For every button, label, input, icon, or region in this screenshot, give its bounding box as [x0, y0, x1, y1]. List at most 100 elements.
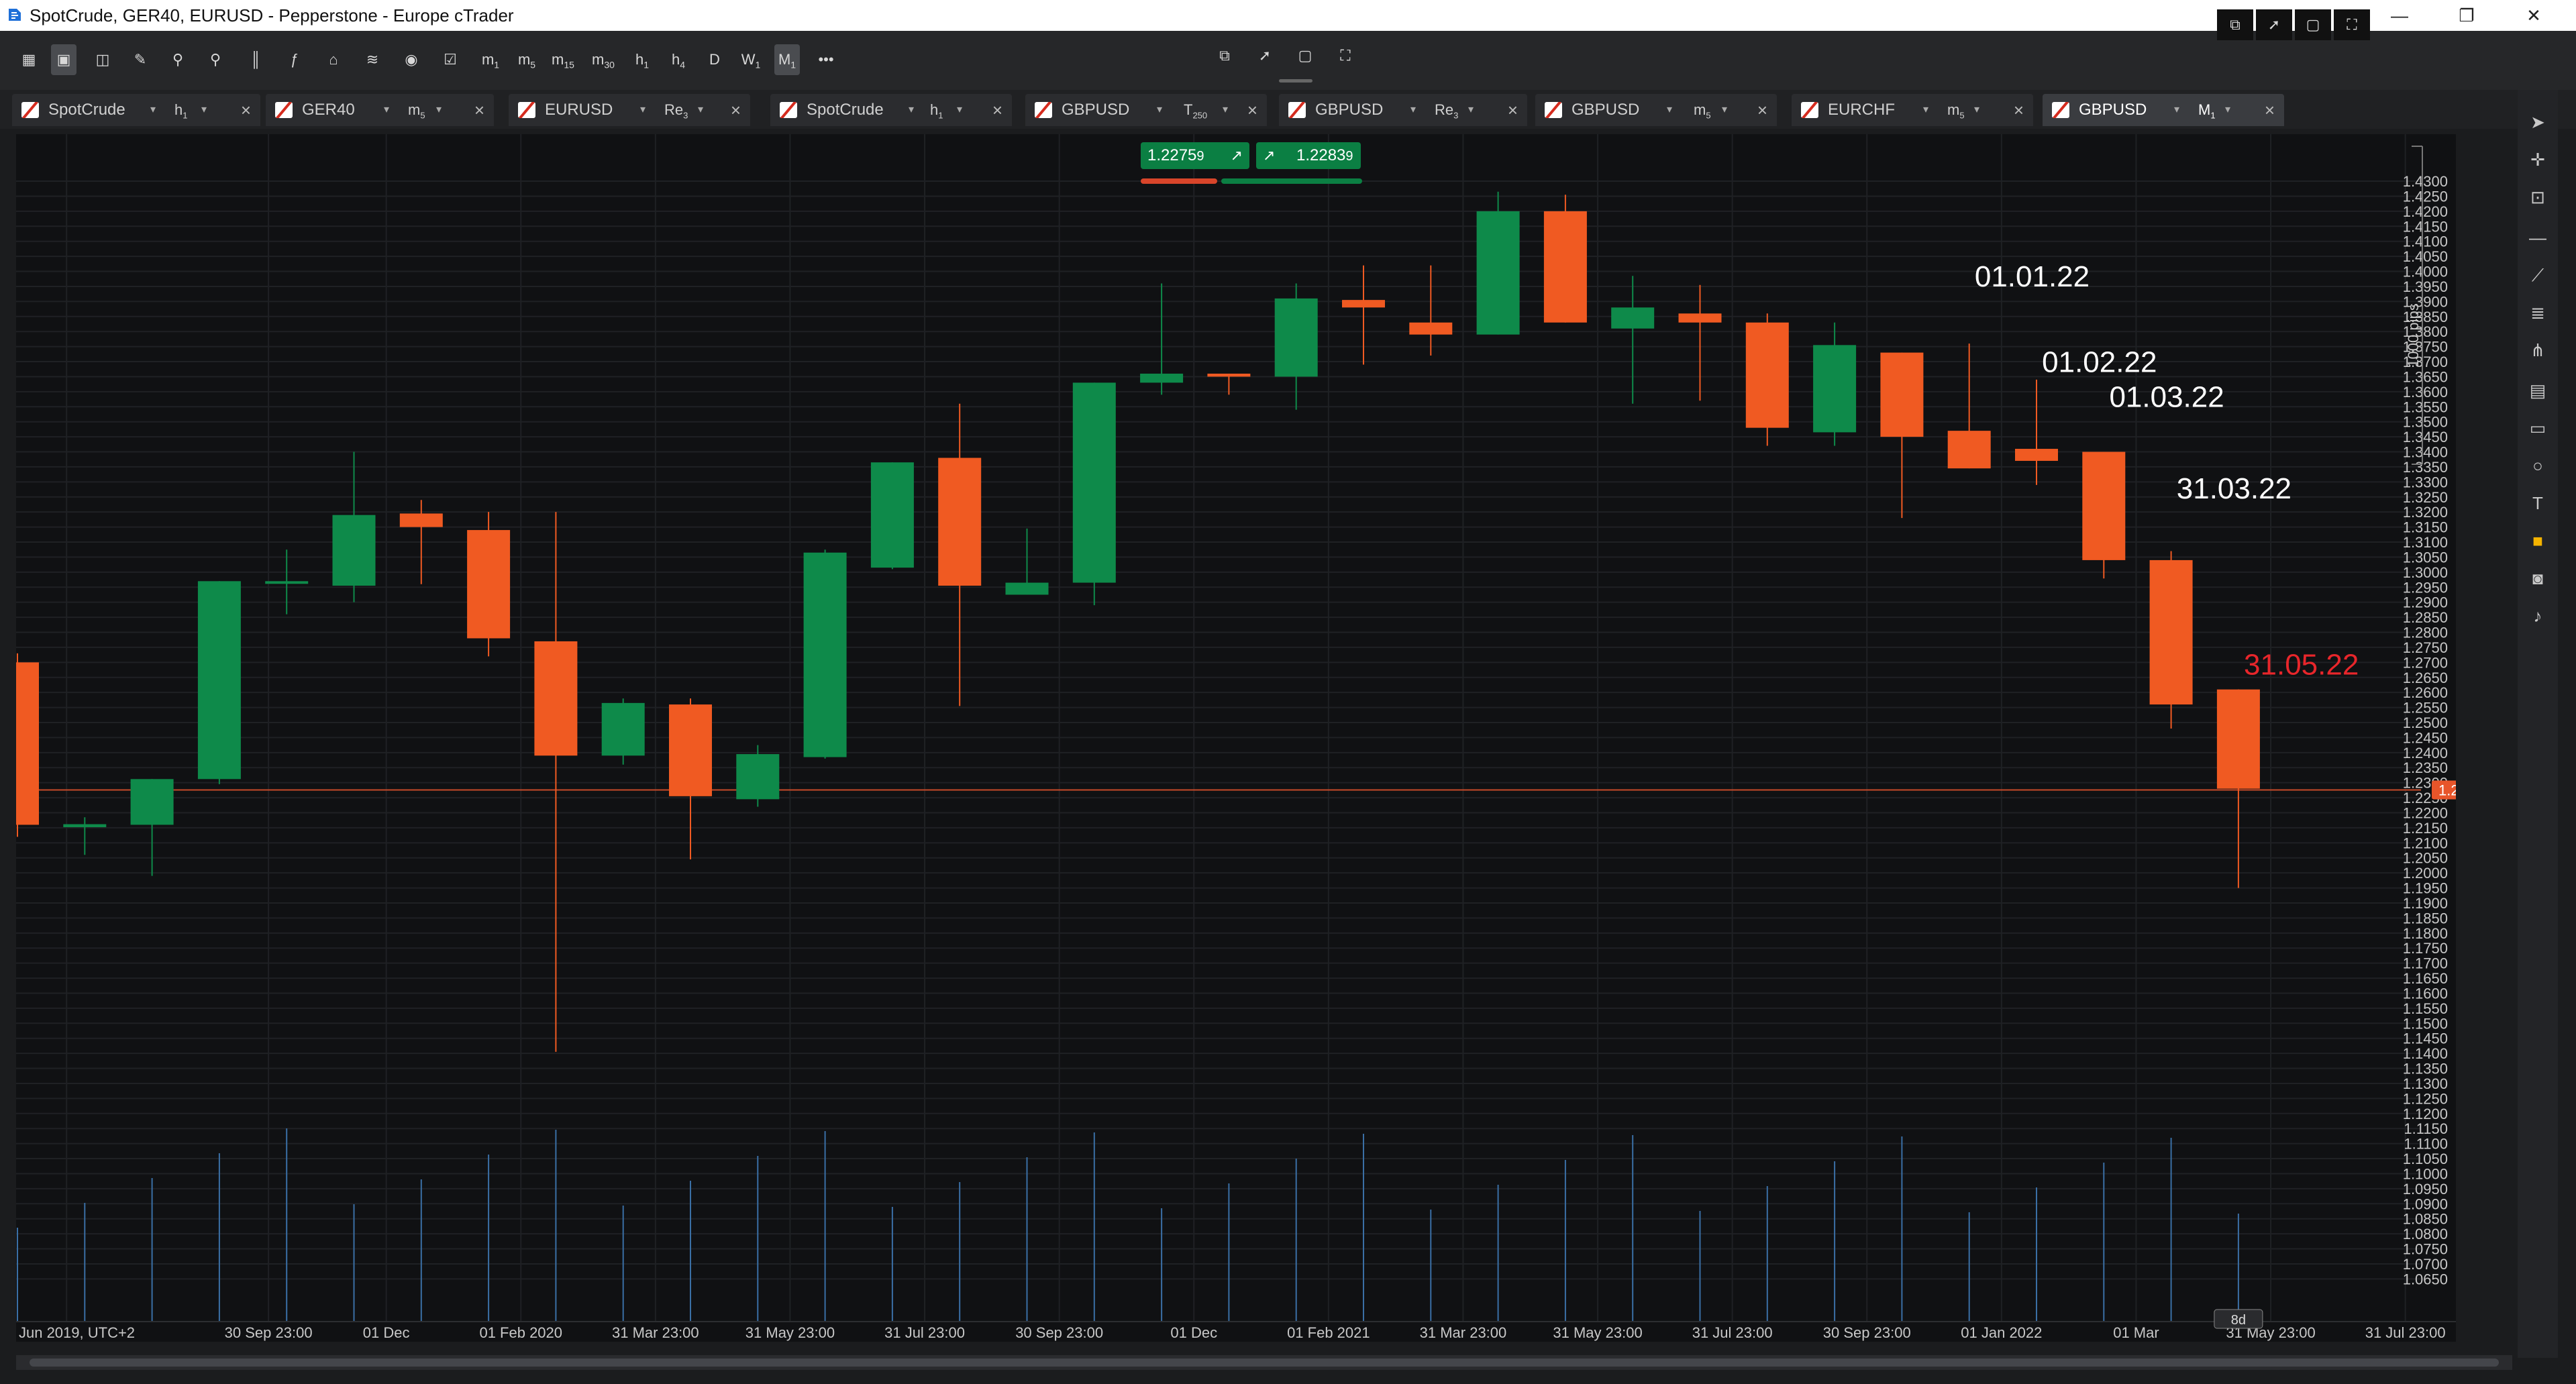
tab-timeframe[interactable]: m5 — [1694, 94, 1711, 131]
tab-timeframe[interactable]: M1 — [2198, 94, 2216, 131]
timeframe-h1[interactable]: h1 — [629, 44, 655, 75]
close-tab-icon[interactable]: × — [474, 94, 484, 126]
drag-handle[interactable] — [1279, 79, 1312, 83]
tab-timeframe[interactable]: T250 — [1184, 94, 1207, 131]
close-tab-icon[interactable]: × — [1757, 94, 1767, 126]
horizontal-line-icon[interactable]: — — [2526, 225, 2550, 250]
tab-ger40-m5[interactable]: GER40 ▾ m5 ▾ × — [266, 94, 494, 126]
chart-area[interactable]: 01.01.22 01.02.22 01.03.22 31.03.22 31.05.22… — [16, 134, 2456, 1342]
trend-line-icon[interactable]: ⟋ — [2526, 263, 2550, 287]
watch-eye-icon[interactable]: ◉ — [399, 44, 424, 75]
camera-icon[interactable]: ◙ — [2526, 566, 2550, 590]
timeframe-dropdown-icon[interactable]: ▾ — [698, 94, 703, 126]
timeframe-dropdown-icon[interactable]: ▾ — [1223, 94, 1228, 126]
close-tab-icon[interactable]: × — [731, 94, 741, 126]
tab-timeframe[interactable]: h1 — [174, 94, 187, 131]
close-tab-icon[interactable]: × — [2265, 94, 2275, 126]
alert-settings-icon[interactable]: ☑ — [437, 44, 463, 75]
indicators-icon[interactable]: ƒ — [282, 44, 307, 75]
single-chart-icon[interactable]: ▣ — [51, 44, 76, 75]
timeframe-dropdown-icon[interactable]: ▾ — [201, 94, 207, 126]
cursor-icon[interactable]: ➤ — [2526, 110, 2550, 134]
timeframe-m1[interactable]: m1 — [478, 44, 503, 75]
timeframe-w1[interactable]: W1 — [738, 44, 764, 75]
tab-timeframe[interactable]: m5 — [408, 94, 425, 131]
tab-eurchf-m5[interactable]: EURCHF ▾ m5 ▾ × — [1792, 94, 2033, 126]
tab-spotcrude-h1-2[interactable]: SpotCrude ▾ h1 ▾ × — [770, 94, 1012, 126]
tab-timeframe[interactable]: Re3 — [1435, 94, 1458, 131]
timeframe-dropdown-icon[interactable]: ▾ — [436, 94, 442, 126]
timeframe-dropdown-icon[interactable]: ▾ — [1722, 94, 1727, 126]
timeframe-dropdown-icon[interactable]: ▾ — [1974, 94, 1979, 126]
tab-gbpusd-t250[interactable]: GBPUSD ▾ T250 ▾ × — [1025, 94, 1267, 126]
tab-timeframe[interactable]: h1 — [930, 94, 943, 131]
symbol-dropdown-icon[interactable]: ▾ — [640, 94, 646, 126]
zoom-out-icon[interactable]: ⚲ — [203, 44, 228, 75]
pointer-mode-icon[interactable]: ➚ — [1252, 40, 1278, 71]
symbol-dropdown-icon[interactable]: ▾ — [2174, 94, 2179, 126]
fibonacci-icon[interactable]: ≣ — [2526, 301, 2550, 325]
tab-gbpusd-mn1[interactable]: GBPUSD ▾ M1 ▾ × — [2043, 94, 2284, 126]
detach-panel-icon[interactable]: ⧉ — [2217, 9, 2253, 40]
split-chart-icon[interactable]: ◫ — [90, 44, 115, 75]
tab-gbpusd-m5[interactable]: GBPUSD ▾ m5 ▾ × — [1535, 94, 1777, 126]
gann-icon[interactable]: ▤ — [2526, 378, 2550, 403]
zoom-in-icon[interactable]: ⚲ — [165, 44, 191, 75]
multi-screen-icon[interactable]: ⛶ — [1333, 40, 1358, 71]
tab-eurusd-re3[interactable]: EURUSD ▾ Re3 ▾ × — [509, 94, 750, 126]
tab-spotcrude-h1[interactable]: SpotCrude ▾ h1 ▾ × — [12, 94, 260, 126]
buy-button[interactable]: ↗ 1.22839 — [1256, 142, 1361, 169]
robot-icon[interactable]: ⌂ — [321, 44, 346, 75]
minimize-button[interactable]: — — [2379, 3, 2420, 28]
timeframe-dropdown-icon[interactable]: ▾ — [2225, 94, 2230, 126]
candle-body — [1140, 373, 1184, 383]
measure-icon[interactable]: ⊡ — [2526, 185, 2550, 209]
text-icon[interactable]: T — [2526, 491, 2550, 515]
timeframe-m15[interactable]: m15 — [550, 44, 576, 75]
pitchfork-icon[interactable]: ⋔ — [2526, 338, 2550, 362]
close-tab-icon[interactable]: × — [992, 94, 1002, 126]
symbol-dropdown-icon[interactable]: ▾ — [909, 94, 914, 126]
tab-timeframe[interactable]: m5 — [1947, 94, 1965, 131]
more-options-icon[interactable]: ••• — [813, 44, 839, 75]
layers-icon[interactable]: ≋ — [360, 44, 385, 75]
symbol-dropdown-icon[interactable]: ▾ — [384, 94, 389, 126]
grid-layout-icon[interactable]: ▦ — [16, 44, 42, 75]
symbol-dropdown-icon[interactable]: ▾ — [1157, 94, 1162, 126]
timeframe-m30[interactable]: m30 — [590, 44, 616, 75]
crosshair-icon[interactable]: ✛ — [2526, 148, 2550, 172]
scrollbar-thumb[interactable] — [30, 1359, 2499, 1367]
sell-button[interactable]: 1.22759 ↗ — [1141, 142, 1249, 169]
close-tab-icon[interactable]: × — [1508, 94, 1518, 126]
ellipse-icon[interactable]: ○ — [2526, 454, 2550, 478]
tab-gbpusd-re3[interactable]: GBPUSD ▾ Re3 ▾ × — [1279, 94, 1527, 126]
timeframe-m5[interactable]: m5 — [514, 44, 539, 75]
timeframe-h4[interactable]: h4 — [666, 44, 691, 75]
timeframe-dropdown-icon[interactable]: ▾ — [1468, 94, 1474, 126]
symbol-dropdown-icon[interactable]: ▾ — [1667, 94, 1672, 126]
timeframe-mn1[interactable]: M1 — [774, 44, 800, 75]
chart-settings-icon[interactable]: ✎ — [127, 44, 153, 75]
color-icon[interactable]: ■ — [2526, 529, 2550, 553]
focus-mode-icon[interactable]: ▢ — [1292, 40, 1318, 71]
close-tab-icon[interactable]: × — [2014, 94, 2024, 126]
detach-chart-icon[interactable]: ⧉ — [1212, 40, 1237, 71]
rectangle-icon[interactable]: ▭ — [2526, 416, 2550, 440]
tab-timeframe[interactable]: Re3 — [664, 94, 688, 131]
timeframe-d1[interactable]: D — [702, 44, 727, 75]
maximize-button[interactable]: ❐ — [2446, 3, 2487, 28]
bell-icon[interactable]: ♪ — [2526, 604, 2550, 628]
symbol-dropdown-icon[interactable]: ▾ — [1410, 94, 1416, 126]
symbol-dropdown-icon[interactable]: ▾ — [1923, 94, 1928, 126]
focus-panel-icon[interactable]: ▢ — [2295, 9, 2331, 40]
candlestick-type-icon[interactable]: ║ — [243, 44, 268, 75]
horizontal-scrollbar[interactable] — [16, 1355, 2512, 1370]
screens-panel-icon[interactable]: ⛶ — [2334, 9, 2370, 40]
symbol-dropdown-icon[interactable]: ▾ — [150, 94, 156, 126]
timeframe-dropdown-icon[interactable]: ▾ — [957, 94, 962, 126]
candlestick-chart[interactable]: 01.01.22 01.02.2201.03.22 31.03.22 31.05.22… — [16, 134, 2456, 1342]
close-tab-icon[interactable]: × — [241, 94, 251, 126]
pointer-panel-icon[interactable]: ➚ — [2256, 9, 2292, 40]
close-button[interactable]: ✕ — [2514, 3, 2554, 28]
close-tab-icon[interactable]: × — [1247, 94, 1257, 126]
